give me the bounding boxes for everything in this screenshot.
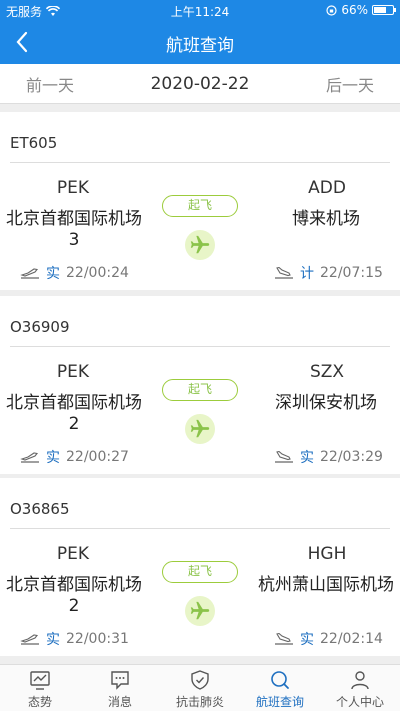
- arrival-airport: 杭州萧山国际机场: [258, 575, 394, 595]
- divider: [10, 162, 390, 163]
- tab-label: 个人中心: [335, 695, 384, 709]
- time-value: 22/07:15: [320, 265, 383, 281]
- flight-card[interactable]: O36909 PEK 北京首都国际机场2 起飞 SZX 深圳保安机场 实 22/…: [0, 296, 400, 474]
- search-icon: [271, 671, 289, 689]
- landing-icon: [275, 451, 293, 463]
- time-type-tag: 实: [300, 632, 314, 648]
- time-value: 22/03:29: [320, 449, 383, 465]
- takeoff-icon: [20, 268, 39, 279]
- arrival-code: ADD: [308, 178, 346, 198]
- departure-code: PEK: [56, 362, 90, 382]
- time-type-tag: 实: [46, 632, 60, 648]
- status-bar: 无服务 上午11:24 66%: [0, 0, 400, 20]
- next-day-button[interactable]: 后一天: [300, 72, 400, 96]
- prev-day-button[interactable]: 前一天: [0, 72, 100, 96]
- tab-messages[interactable]: 消息: [80, 665, 160, 711]
- time-type-tag: 计: [300, 266, 314, 282]
- tab-label: 态势: [27, 695, 52, 709]
- arrival-time: 实 22/03:29: [274, 447, 383, 467]
- time-value: 22/00:27: [66, 449, 129, 465]
- user-icon: [351, 671, 369, 690]
- plane-icon: [185, 596, 215, 626]
- tab-profile[interactable]: 个人中心: [320, 665, 400, 711]
- time-value: 22/00:24: [66, 265, 129, 281]
- page-title: 航班查询: [166, 36, 234, 56]
- landing-icon: [275, 633, 293, 645]
- arrival-time: 计 22/07:15: [274, 263, 383, 283]
- flight-card[interactable]: O36865 PEK 北京首都国际机场2 起飞 HGH 杭州萧山国际机场 实 2…: [0, 478, 400, 656]
- takeoff-icon: [20, 452, 39, 463]
- takeoff-icon: [20, 634, 39, 645]
- status-badge: 起飞: [162, 561, 238, 583]
- flight-list: ET605 PEK 北京首都国际机场3 起飞 ADD 博来机场 实 22/00:…: [0, 104, 400, 664]
- arrival-code: HGH: [307, 544, 347, 564]
- time-value: 22/00:31: [66, 631, 129, 647]
- tab-fight-pneumonia[interactable]: 抗击肺炎: [160, 665, 240, 711]
- plane-icon: [185, 230, 215, 260]
- departure-code: PEK: [56, 544, 90, 564]
- shield-check-icon: [191, 670, 209, 690]
- tab-label: 航班查询: [255, 695, 304, 709]
- flight-number: O36909: [10, 318, 70, 336]
- battery-icon: [372, 5, 396, 15]
- flight-card[interactable]: ET605 PEK 北京首都国际机场3 起飞 ADD 博来机场 实 22/00:…: [0, 112, 400, 290]
- landing-icon: [275, 267, 293, 279]
- orientation-lock-icon: [326, 4, 337, 16]
- tab-label: 抗击肺炎: [175, 695, 224, 709]
- monitor-chart-icon: [30, 671, 50, 690]
- time-value: 22/02:14: [320, 631, 383, 647]
- tab-label: 消息: [107, 695, 132, 709]
- divider: [10, 528, 390, 529]
- battery-percent: 66%: [341, 3, 368, 17]
- status-badge: 起飞: [162, 379, 238, 401]
- time-type-tag: 实: [46, 266, 60, 282]
- arrival-airport: 深圳保安机场: [275, 393, 377, 413]
- plane-icon: [185, 414, 215, 444]
- departure-time: 实 22/00:24: [20, 263, 129, 283]
- departure-airport: 北京首都国际机场3: [6, 209, 142, 250]
- departure-code: PEK: [56, 178, 90, 198]
- current-date[interactable]: 2020-02-22: [100, 74, 300, 94]
- departure-airport: 北京首都国际机场2: [6, 575, 142, 616]
- time-type-tag: 实: [46, 450, 60, 466]
- departure-airport: 北京首都国际机场2: [6, 393, 142, 434]
- status-badge: 起飞: [162, 195, 238, 217]
- bottom-tab-bar: 态势 消息 抗击肺炎 航班查询 个人中心: [0, 664, 400, 711]
- divider: [10, 346, 390, 347]
- message-icon: [111, 671, 129, 690]
- tab-flight-query[interactable]: 航班查询: [240, 665, 320, 711]
- flight-number: ET605: [10, 134, 58, 152]
- departure-time: 实 22/00:27: [20, 447, 129, 467]
- arrival-airport: 博来机场: [292, 209, 360, 229]
- departure-time: 实 22/00:31: [20, 629, 129, 649]
- arrival-time: 实 22/02:14: [274, 629, 383, 649]
- time-type-tag: 实: [300, 450, 314, 466]
- arrival-code: SZX: [309, 362, 345, 382]
- flight-number: O36865: [10, 500, 70, 518]
- nav-bar: 航班查询: [0, 20, 400, 64]
- tab-situation[interactable]: 态势: [0, 665, 80, 711]
- date-selector: 前一天 2020-02-22 后一天: [0, 64, 400, 104]
